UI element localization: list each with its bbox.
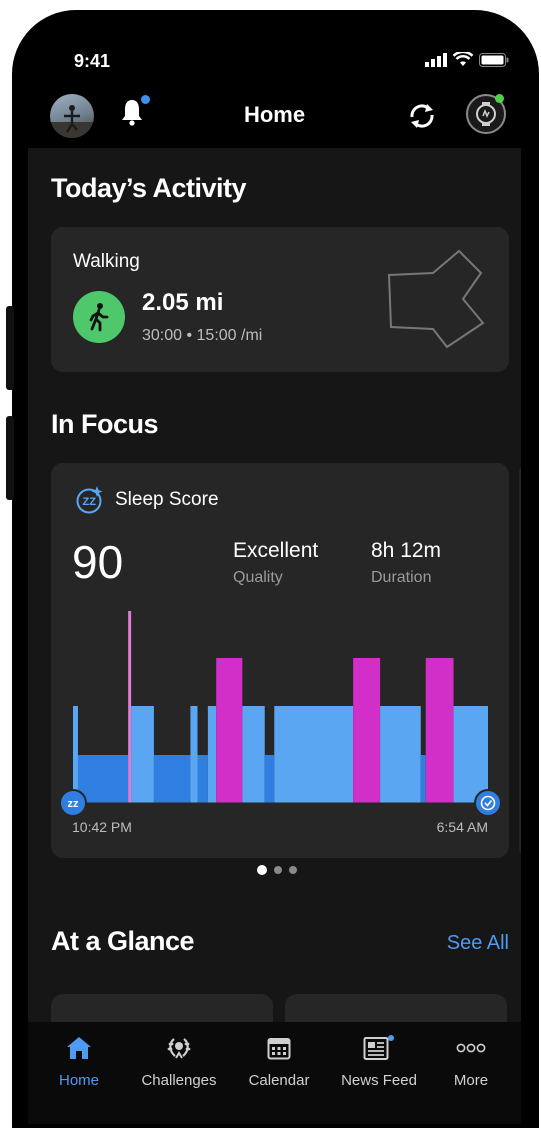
sleep-segment-awake	[128, 611, 132, 803]
screen: 9:41 Home Today’s Activity Walking 2.05 …	[28, 22, 521, 1124]
page-title: Home	[243, 102, 306, 127]
tab-home[interactable]: Home	[30, 1022, 128, 1089]
sleep-segment-light	[380, 706, 421, 803]
sleep-segment-rem	[353, 658, 381, 803]
sleep-score-value: 90	[72, 536, 124, 588]
tab-more[interactable]: More	[422, 1022, 520, 1089]
sleep-segment-deep	[264, 755, 275, 803]
sleep-segment-light	[190, 706, 198, 803]
activity-details: 30:00 • 15:00 /mi	[142, 327, 263, 344]
next-focus-card[interactable]	[519, 463, 521, 858]
connected-indicator	[495, 94, 504, 103]
sleep-segment-light	[242, 706, 265, 803]
tab-label: News Feed	[341, 1072, 417, 1089]
wake-clock-icon	[474, 789, 502, 817]
status-icons	[425, 52, 509, 67]
activity-distance: 2.05 mi	[142, 289, 224, 316]
sleep-segment-light	[73, 706, 78, 803]
duration-label: Duration	[371, 569, 432, 586]
in-focus-title: In Focus	[51, 409, 159, 439]
sleep-segment-light	[274, 706, 354, 803]
see-all-link[interactable]: See All	[447, 932, 509, 955]
sleep-segment-light	[131, 706, 154, 803]
quality-value: Excellent	[233, 539, 319, 562]
sleep-icon: ZZ	[76, 486, 103, 514]
battery-icon	[479, 52, 509, 67]
tab-bar: Home Challenges Calendar News Feed More	[28, 1022, 521, 1124]
newsfeed-icon	[363, 1035, 394, 1060]
pager-dot[interactable]	[289, 866, 297, 874]
activity-type: Walking	[73, 251, 140, 272]
more-icon	[456, 1043, 486, 1053]
activity-card[interactable]: Walking 2.05 mi 30:00 • 15:00 /mi	[51, 227, 509, 372]
main-content: Today’s Activity Walking 2.05 mi 30:00 •…	[28, 148, 521, 1046]
sleep-segment-light	[207, 706, 217, 803]
pager-dot[interactable]	[274, 866, 282, 874]
pager-dot[interactable]	[257, 865, 267, 875]
sleep-segment-deep	[420, 755, 426, 803]
sleep-segment-deep	[197, 755, 208, 803]
tab-label: Challenges	[141, 1072, 217, 1089]
walking-icon	[73, 291, 125, 343]
wifi-icon	[453, 52, 473, 66]
duration-value: 8h 12m	[371, 539, 442, 562]
sleep-segment-rem	[425, 658, 454, 803]
sleep-stage-chart: zz	[59, 611, 502, 817]
at-a-glance-title: At a Glance	[51, 926, 195, 956]
sleep-segment-deep	[153, 755, 191, 803]
volume-down-button	[6, 416, 14, 500]
sleep-end-time: 6:54 AM	[436, 819, 488, 835]
signal-icon	[425, 52, 447, 67]
tab-label: Home	[58, 1072, 99, 1089]
pager-dots	[257, 865, 297, 875]
sleep-segment-rem	[216, 658, 243, 803]
tab-challenges[interactable]: Challenges	[130, 1022, 228, 1089]
sleep-start-time: 10:42 PM	[72, 819, 132, 835]
svg-text:ZZ: ZZ	[83, 496, 97, 508]
tab-news-feed[interactable]: News Feed	[330, 1022, 428, 1089]
svg-text:zz: zz	[68, 798, 80, 810]
sleep-score-card[interactable]: ZZ Sleep Score 90 Excellent Quality 8h 1…	[51, 463, 509, 858]
tab-label: Calendar	[248, 1072, 310, 1089]
todays-activity-title: Today’s Activity	[51, 173, 247, 203]
sleep-score-title: Sleep Score	[115, 489, 219, 510]
calendar-icon	[267, 1038, 291, 1060]
sleep-segment-light	[453, 706, 488, 803]
app-header: Home	[28, 82, 521, 146]
tab-calendar[interactable]: Calendar	[230, 1022, 328, 1089]
home-icon	[67, 1037, 91, 1059]
tab-label: More	[453, 1072, 489, 1089]
route-map-icon	[387, 249, 485, 349]
sync-icon[interactable]	[406, 101, 438, 131]
sleep-segment-deep	[77, 755, 129, 803]
laurel-icon	[167, 1038, 191, 1059]
volume-up-button	[6, 306, 14, 390]
status-time: 9:41	[74, 51, 111, 71]
quality-label: Quality	[233, 569, 283, 586]
sleep-start-icon: zz	[59, 789, 87, 817]
